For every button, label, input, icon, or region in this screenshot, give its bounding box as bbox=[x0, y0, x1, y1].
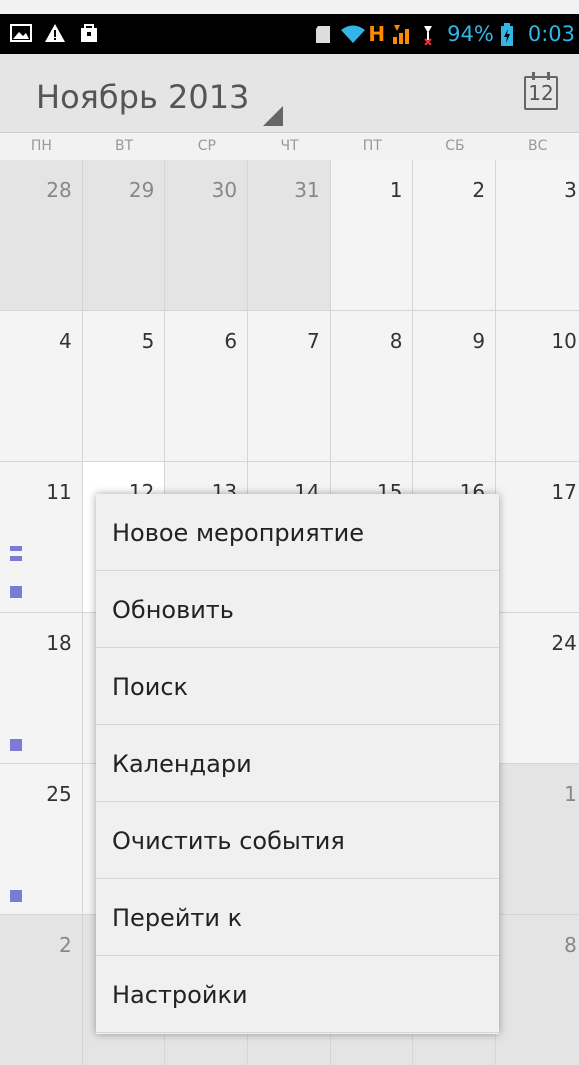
day-number: 1 bbox=[389, 178, 403, 202]
day-cell[interactable]: 6 bbox=[165, 311, 249, 461]
day-cell[interactable]: 18 bbox=[0, 613, 83, 763]
weekday-label: ЧТ bbox=[280, 138, 299, 154]
today-day: 12 bbox=[528, 81, 554, 105]
day-number: 10 bbox=[551, 329, 577, 353]
day-cell[interactable]: 3 bbox=[496, 160, 579, 310]
action-bar: Ноябрь 2013 bbox=[0, 54, 579, 133]
weekday-label: ВТ bbox=[115, 138, 134, 154]
status-bar: H 94% 0:03 bbox=[0, 14, 579, 54]
overflow-menu: Новое мероприятие Обновить Поиск Календа… bbox=[96, 494, 499, 1034]
day-number: 3 bbox=[564, 178, 577, 202]
day-cell[interactable]: 8 bbox=[496, 915, 579, 1065]
day-cell[interactable]: 25 bbox=[0, 764, 83, 914]
signal-icon bbox=[391, 23, 413, 45]
sd-card-icon bbox=[312, 23, 334, 45]
day-number: 6 bbox=[224, 329, 238, 353]
day-number: 31 bbox=[294, 178, 320, 202]
event-marker bbox=[10, 556, 22, 561]
day-cell[interactable]: 1 bbox=[330, 160, 414, 310]
day-cell[interactable]: 24 bbox=[496, 613, 579, 763]
day-number: 28 bbox=[46, 178, 72, 202]
image-icon bbox=[10, 22, 32, 44]
day-cell[interactable]: 10 bbox=[496, 311, 579, 461]
day-cell[interactable]: 29 bbox=[82, 160, 166, 310]
battery-percent: 94% bbox=[447, 22, 494, 46]
day-number: 24 bbox=[551, 631, 577, 655]
menu-item-clear-events[interactable]: Очистить события bbox=[96, 802, 499, 879]
weekday-header: ПН ВТ СР ЧТ ПТ СБ ВС bbox=[0, 133, 579, 161]
day-number: 7 bbox=[307, 329, 320, 353]
event-marker bbox=[10, 586, 22, 598]
weekday-label: ПТ bbox=[362, 138, 382, 154]
day-cell[interactable]: 2 bbox=[413, 160, 497, 310]
menu-item-settings[interactable]: Настройки bbox=[96, 956, 499, 1033]
battery-charging-icon bbox=[500, 23, 522, 46]
warning-icon bbox=[44, 22, 66, 44]
day-cell[interactable]: 28 bbox=[0, 160, 83, 310]
weekday-label: ВС bbox=[527, 138, 548, 154]
day-number: 8 bbox=[564, 933, 577, 957]
day-cell[interactable]: 9 bbox=[413, 311, 497, 461]
menu-item-search[interactable]: Поиск bbox=[96, 648, 499, 725]
day-cell[interactable]: 5 bbox=[82, 311, 166, 461]
day-number: 18 bbox=[46, 631, 72, 655]
dropdown-indicator-icon[interactable] bbox=[263, 106, 283, 126]
shopping-bag-icon bbox=[78, 22, 100, 44]
event-marker bbox=[10, 546, 22, 551]
wifi-icon bbox=[340, 23, 366, 45]
day-number: 17 bbox=[551, 480, 577, 504]
weekday-label: СР bbox=[197, 138, 216, 154]
day-number: 9 bbox=[472, 329, 486, 353]
day-cell[interactable]: 30 bbox=[165, 160, 249, 310]
day-number: 8 bbox=[389, 329, 403, 353]
menu-item-go-to[interactable]: Перейти к bbox=[96, 879, 499, 956]
day-cell[interactable]: 7 bbox=[248, 311, 331, 461]
day-cell[interactable]: 31 bbox=[248, 160, 331, 310]
week-row: 28 29 30 31 1 2 3 bbox=[0, 160, 579, 311]
sim2-signal-icon bbox=[419, 23, 441, 46]
network-type: H bbox=[368, 22, 386, 46]
menu-item-calendars[interactable]: Календари bbox=[96, 725, 499, 802]
calendar-ring-icon bbox=[532, 72, 535, 80]
day-cell[interactable]: 1 bbox=[496, 764, 579, 914]
day-number: 30 bbox=[211, 178, 238, 202]
day-cell[interactable]: 4 bbox=[0, 311, 83, 461]
day-cell[interactable]: 11 bbox=[0, 462, 83, 612]
month-selector[interactable]: Ноябрь 2013 bbox=[36, 78, 249, 116]
day-cell[interactable]: 17 bbox=[496, 462, 579, 612]
weekday-label: СБ bbox=[445, 138, 465, 154]
menu-item-refresh[interactable]: Обновить bbox=[96, 571, 499, 648]
day-number: 2 bbox=[58, 933, 72, 957]
day-number: 4 bbox=[58, 329, 72, 353]
day-number: 11 bbox=[46, 480, 72, 504]
weekday-label: ПН bbox=[30, 138, 52, 154]
week-row: 4 5 6 7 8 9 10 bbox=[0, 311, 579, 462]
day-number: 29 bbox=[128, 178, 155, 202]
day-number: 1 bbox=[564, 782, 577, 806]
day-cell[interactable]: 2 bbox=[0, 915, 83, 1065]
calendar-ring-icon bbox=[547, 72, 550, 80]
day-number: 25 bbox=[46, 782, 72, 806]
day-number: 2 bbox=[472, 178, 486, 202]
clock: 0:03 bbox=[527, 22, 575, 46]
event-marker bbox=[10, 890, 22, 902]
event-marker bbox=[10, 739, 22, 751]
menu-item-new-event[interactable]: Новое мероприятие bbox=[96, 494, 499, 571]
day-number: 5 bbox=[141, 329, 155, 353]
day-cell[interactable]: 8 bbox=[330, 311, 414, 461]
today-button[interactable]: 12 bbox=[524, 72, 558, 110]
